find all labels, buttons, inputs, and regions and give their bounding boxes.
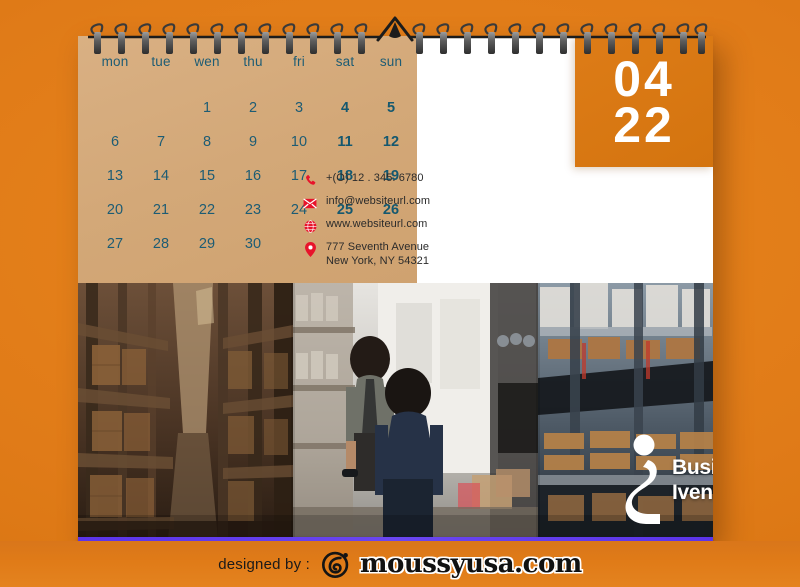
weekday-header-sun: sun [379,54,403,69]
phone-icon [300,173,320,188]
weekday-header-thu: thu [243,54,263,69]
calendar-day[interactable]: 7 [138,125,184,159]
calendar-day[interactable]: 13 [92,159,138,193]
brand-logo: Business Iventory [624,434,713,526]
weekday-header-mon: mon [101,54,129,69]
calendar-day[interactable]: 14 [138,159,184,193]
business-inventory-figure-icon [625,434,660,524]
warehouse-photo: Business Iventory [78,283,713,540]
brand-logo-line1: Business [672,456,713,479]
calendar-day[interactable]: 2 [230,91,276,125]
map-pin-icon [300,242,320,257]
calendar-day[interactable]: 28 [138,227,184,261]
footer-credit: designed by : moussyusa.com [218,549,582,579]
calendar-day[interactable]: 11 [322,125,368,159]
badge-year: 22 [613,96,675,153]
contact-row-website[interactable]: www.websiteurl.com [300,218,475,234]
calendar-day[interactable]: 9 [230,125,276,159]
globe-icon [300,219,320,234]
calendar-day[interactable]: 30 [230,227,276,261]
calendar-day[interactable]: 8 [184,125,230,159]
calendar-day[interactable]: 5 [368,91,414,125]
calendar-day[interactable]: 1 [184,91,230,125]
calendar-day[interactable]: 16 [230,159,276,193]
email-value: info@websiteurl.com [326,195,431,207]
weekday-header-fri: fri [293,54,305,69]
calendar-day[interactable]: 21 [138,193,184,227]
envelope-icon [300,196,320,211]
calendar-day[interactable]: 4 [322,91,368,125]
calendar-day [138,91,184,125]
calendar-day[interactable]: 27 [92,227,138,261]
brand-logo-line2: Iventory [672,481,713,504]
weekday-header-sat: sat [335,54,355,69]
calendar-day[interactable]: 12 [368,125,414,159]
footer-bar: designed by : moussyusa.com [0,541,800,587]
calendar-day[interactable]: 20 [92,193,138,227]
contact-row-email[interactable]: info@websiteurl.com [300,195,475,211]
calendar-card: mon tue wen thu fri sat sun 1 2 3 4 5 6 … [78,36,713,540]
website-value: www.websiteurl.com [326,218,428,230]
address-value: 777 Seventh Avenue New York, NY 54321 [326,241,430,267]
calendar-day[interactable]: 15 [184,159,230,193]
calendar-day[interactable]: 6 [92,125,138,159]
phone-value: +(O) 12 . 345. 6780 [326,172,424,184]
contact-row-phone[interactable]: +(O) 12 . 345. 6780 [300,172,475,188]
calendar-day[interactable]: 3 [276,91,322,125]
brand-logo-text: Business Iventory [672,455,713,505]
designed-by-label: designed by : [218,555,311,573]
calendar-day [92,91,138,125]
date-badge: 04 22 [575,36,713,167]
contact-row-address[interactable]: 777 Seventh Avenue New York, NY 54321 [300,241,475,268]
weekday-header-wen: wen [194,54,220,69]
badge-month: 04 [613,50,675,107]
calendar-day[interactable]: 22 [184,193,230,227]
moussy-swirl-icon [322,551,349,578]
calendar-day[interactable]: 29 [184,227,230,261]
calendar-day[interactable]: 10 [276,125,322,159]
weekday-header-tue: tue [151,54,171,69]
calendar-day[interactable]: 23 [230,193,276,227]
moussy-site-name: moussyusa.com [360,549,582,579]
contact-info: +(O) 12 . 345. 6780 info@websiteurl.com [300,172,475,275]
